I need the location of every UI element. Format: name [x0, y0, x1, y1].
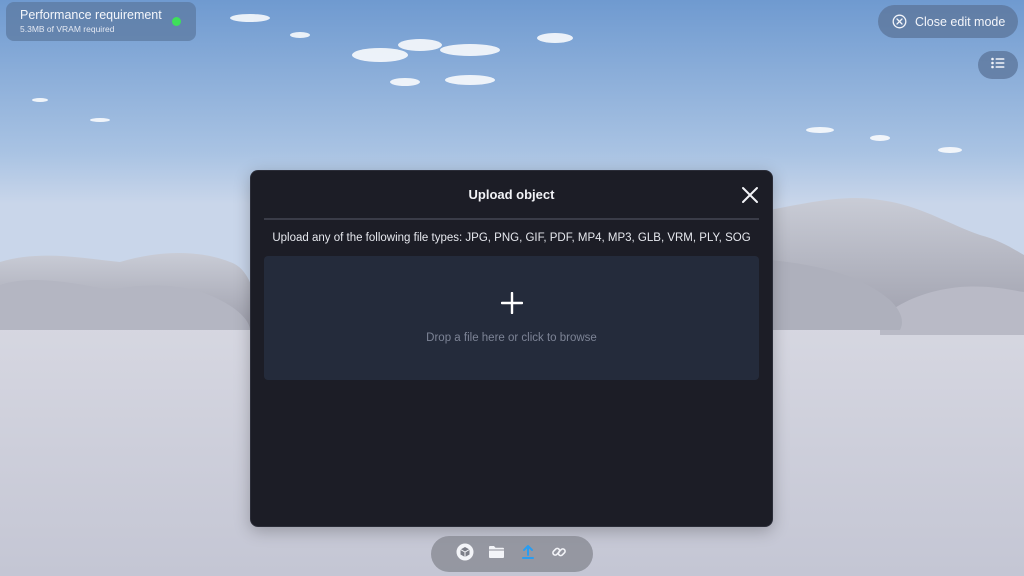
cube-icon: [456, 543, 474, 566]
folder-button[interactable]: [486, 544, 506, 564]
upload-button[interactable]: [518, 544, 538, 564]
list-icon: [991, 56, 1005, 74]
link-icon: [551, 544, 567, 565]
upload-icon: [520, 544, 536, 565]
performance-subtitle: 5.3MB of VRAM required: [20, 24, 115, 34]
performance-title: Performance requirement: [20, 8, 162, 22]
upload-object-dialog: Upload object Upload any of the followin…: [250, 170, 773, 527]
close-edit-mode-label: Close edit mode: [915, 14, 1006, 29]
folder-icon: [488, 545, 505, 564]
close-edit-mode-button[interactable]: Close edit mode: [878, 5, 1018, 38]
dialog-title: Upload object: [468, 187, 555, 202]
plus-icon: [500, 291, 523, 315]
close-icon[interactable]: [740, 185, 760, 205]
list-button[interactable]: [978, 51, 1018, 79]
link-button[interactable]: [549, 544, 569, 564]
performance-indicator[interactable]: Performance requirement 5.3MB of VRAM re…: [6, 2, 196, 41]
dialog-divider: [264, 218, 759, 220]
bottom-toolbar: [431, 536, 593, 572]
status-dot-icon: [172, 17, 181, 26]
file-dropzone[interactable]: Drop a file here or click to browse: [264, 256, 759, 380]
circle-x-icon: [892, 14, 907, 29]
dropzone-text: Drop a file here or click to browse: [426, 332, 597, 344]
file-types-text: Upload any of the following file types: …: [272, 232, 751, 244]
cube-button[interactable]: [455, 543, 475, 566]
